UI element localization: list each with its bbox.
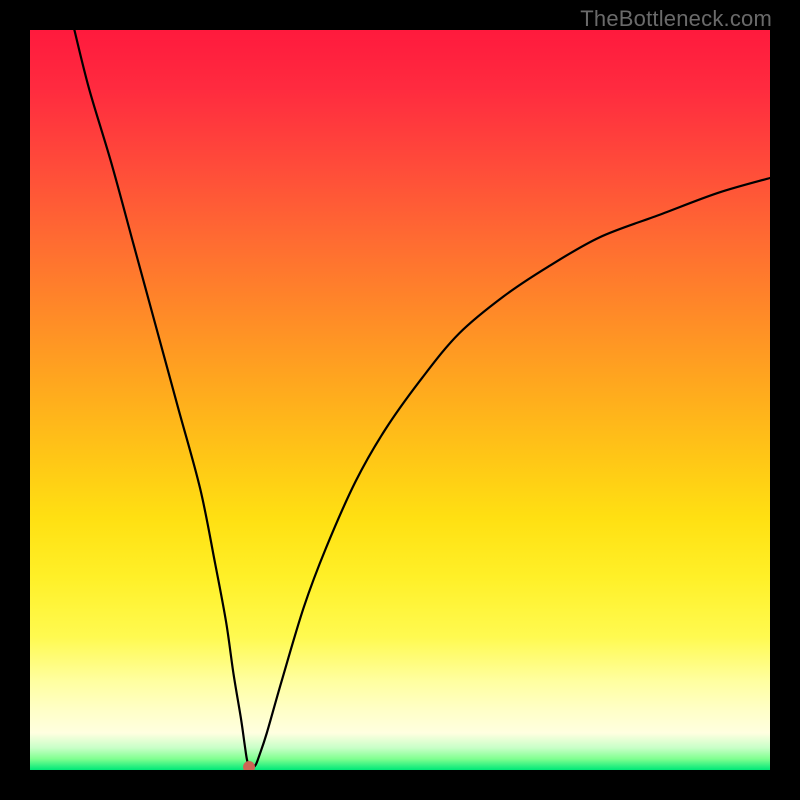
curve-svg bbox=[30, 30, 770, 770]
bottleneck-curve bbox=[74, 30, 770, 768]
watermark-text: TheBottleneck.com bbox=[580, 6, 772, 32]
minimum-marker bbox=[243, 761, 255, 770]
chart-container: TheBottleneck.com bbox=[0, 0, 800, 800]
